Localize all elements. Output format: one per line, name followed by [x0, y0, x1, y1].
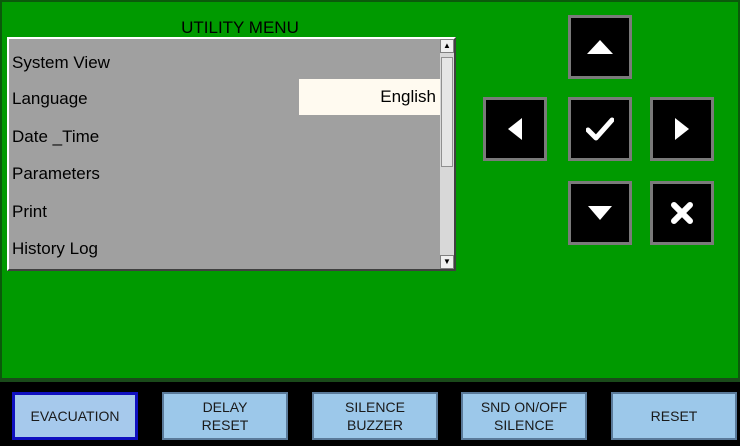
nav-confirm-button[interactable] — [568, 97, 632, 161]
menu-item-print[interactable]: Print — [12, 200, 47, 224]
x-icon — [671, 202, 693, 224]
silence-buzzer-label-2: BUZZER — [347, 417, 403, 433]
arrow-left-icon — [508, 118, 522, 140]
nav-down-button[interactable] — [568, 181, 632, 245]
delay-reset-label-1: DELAY — [202, 399, 248, 415]
snd-silence-label-1: SND ON/OFF — [480, 399, 568, 415]
menu-item-parameters[interactable]: Parameters — [12, 162, 100, 186]
arrow-up-icon — [587, 40, 613, 54]
language-value-field[interactable]: English — [299, 79, 440, 115]
silence-buzzer-label-1: SILENCE — [345, 399, 405, 415]
menu-item-history-log[interactable]: History Log — [12, 237, 98, 261]
evacuation-button[interactable]: EVACUATION — [12, 392, 138, 440]
scroll-down-button[interactable]: ▼ — [440, 255, 454, 269]
silence-buzzer-button[interactable]: SILENCE BUZZER — [312, 392, 438, 440]
arrow-down-icon — [588, 206, 612, 220]
delay-reset-label-2: RESET — [201, 417, 249, 433]
reset-button[interactable]: RESET — [611, 392, 737, 440]
check-icon — [586, 117, 614, 141]
evacuation-label: EVACUATION — [30, 408, 120, 424]
delay-reset-button[interactable]: DELAY RESET — [162, 392, 288, 440]
nav-right-button[interactable] — [650, 97, 714, 161]
menu-scrollbar[interactable]: ▲ ▼ — [440, 39, 454, 269]
menu-title: UTILITY MENU — [181, 18, 299, 37]
scroll-thumb[interactable] — [441, 57, 453, 167]
scroll-up-button[interactable]: ▲ — [440, 39, 454, 53]
nav-left-button[interactable] — [483, 97, 547, 161]
nav-up-button[interactable] — [568, 15, 632, 79]
reset-label: RESET — [650, 408, 698, 424]
function-bar-divider — [0, 378, 740, 382]
nav-cancel-button[interactable] — [650, 181, 714, 245]
menu-item-language[interactable]: Language — [12, 87, 88, 111]
utility-menu-list: System View Language English Date _Time … — [7, 37, 456, 271]
menu-item-system-view[interactable]: System View — [12, 51, 110, 75]
menu-item-date-time[interactable]: Date _Time — [12, 125, 99, 149]
arrow-right-icon — [675, 118, 689, 140]
snd-silence-label-2: SILENCE — [494, 417, 554, 433]
snd-silence-button[interactable]: SND ON/OFF SILENCE — [461, 392, 587, 440]
